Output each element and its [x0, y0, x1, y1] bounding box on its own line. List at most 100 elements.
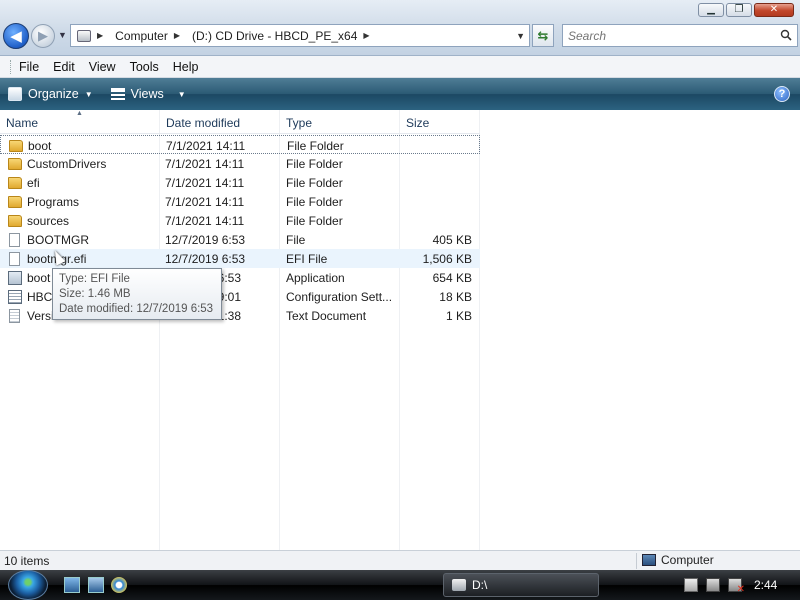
folder-icon [8, 214, 22, 227]
file-row[interactable]: BOOTMGR 12/7/2019 6:53 File 405 KB [0, 230, 480, 249]
column-header-label: Name [6, 116, 39, 130]
arrow-right-icon: ▶ [38, 28, 48, 43]
file-name-cell: bootmgr.efi [8, 249, 158, 268]
taskbar-window-button[interactable]: D:\ [443, 573, 599, 597]
config-icon [8, 289, 22, 304]
menu-file[interactable]: File [19, 60, 39, 74]
column-header-type[interactable]: Type [280, 112, 399, 134]
search-icon[interactable] [780, 29, 792, 41]
column-header-label: Size [406, 116, 430, 130]
close-button[interactable]: ✕ [754, 3, 794, 17]
window-controls: ▁ ❐ ✕ [698, 3, 794, 17]
column-header-date[interactable]: Date modified [160, 112, 279, 134]
views-label: Views [130, 87, 164, 101]
file-size: 654 KB [432, 270, 472, 285]
menu-view[interactable]: View [89, 60, 116, 74]
clock[interactable]: 2:44 [754, 578, 777, 592]
organize-icon [8, 87, 22, 101]
file-type: File Folder [286, 175, 343, 190]
chevron-right-icon: ▶ [97, 31, 104, 40]
search-input[interactable] [568, 28, 768, 43]
file-size [400, 211, 472, 230]
file-type: Application [286, 270, 345, 285]
status-location: Computer [642, 553, 714, 567]
status-bar: 10 items Computer [0, 550, 800, 570]
computer-icon [642, 554, 656, 566]
breadcrumb-label: Computer [115, 28, 168, 43]
file-type: File [286, 232, 306, 247]
taskbar: D:\ 2:44 [0, 570, 800, 600]
forward-button[interactable]: ▶ [31, 24, 55, 48]
file-name-cell: Programs [8, 192, 158, 211]
file-name: Programs [27, 194, 80, 209]
show-desktop-icon[interactable] [64, 577, 80, 593]
breadcrumb-sep[interactable]: ▶ [174, 31, 186, 40]
start-button[interactable] [8, 570, 48, 600]
file-date: 7/1/2021 14:11 [165, 156, 245, 171]
switch-windows-icon[interactable] [88, 577, 104, 593]
file-list[interactable]: Name ▲ Date modified Type Size boot 7/1/… [0, 110, 800, 550]
tooltip-type: Type: EFI File [59, 273, 130, 285]
file-row[interactable]: boot 7/1/2021 14:11 File Folder [0, 135, 480, 154]
menu-edit[interactable]: Edit [53, 60, 75, 74]
command-bar: Organize ▼ Views ▼ ? [0, 78, 800, 110]
file-size: 405 KB [432, 232, 472, 247]
file-name: BOOTMGR [27, 232, 89, 247]
recent-pages-dropdown[interactable]: ▼ [58, 30, 67, 40]
file-size [400, 173, 472, 192]
file-name-cell: CustomDrivers [8, 154, 158, 173]
file-row[interactable]: CustomDrivers 7/1/2021 14:11 File Folder [0, 154, 480, 173]
file-name: boot [28, 138, 52, 153]
column-header-size[interactable]: Size [400, 112, 479, 134]
file-size: 1,506 KB [422, 251, 472, 266]
file-row[interactable]: efi 7/1/2021 14:11 File Folder [0, 173, 480, 192]
network-icon[interactable] [706, 578, 720, 592]
back-button[interactable]: ◀ [3, 23, 29, 49]
action-center-icon[interactable] [684, 578, 698, 592]
item-count: 10 items [4, 554, 50, 568]
breadcrumb-computer[interactable]: Computer [115, 29, 168, 43]
menu-bar: File Edit View Tools Help [0, 56, 800, 78]
help-icon[interactable]: ? [774, 86, 790, 102]
drive-icon [452, 579, 466, 591]
file-size [400, 154, 472, 173]
maximize-button[interactable]: ❐ [726, 3, 752, 17]
file-type: Configuration Sett... [286, 289, 393, 304]
breadcrumb-sep[interactable]: ▶ [363, 31, 375, 40]
breadcrumb-root[interactable]: ▶ [97, 31, 109, 40]
volume-muted-icon[interactable] [728, 578, 745, 595]
chevron-right-icon: ▶ [173, 31, 180, 40]
file-size [400, 192, 472, 211]
file-name-cell: BOOTMGR [8, 230, 158, 249]
column-header-row: Name ▲ Date modified Type Size [0, 110, 480, 134]
menu-help[interactable]: Help [173, 60, 199, 74]
address-dropdown-icon[interactable]: ▼ [516, 31, 525, 41]
toolbar-grip [10, 59, 13, 74]
file-row[interactable]: sources 7/1/2021 14:11 File Folder [0, 211, 480, 230]
column-header-label: Type [286, 116, 313, 130]
menu-tools[interactable]: Tools [130, 60, 159, 74]
file-tooltip: Type: EFI File Size: 1.46 MB Date modifi… [52, 268, 222, 320]
organize-button[interactable]: Organize ▼ [8, 87, 93, 101]
refresh-button[interactable]: ⇆ [532, 24, 554, 47]
file-date: 7/1/2021 14:11 [165, 175, 245, 190]
address-bar[interactable]: ▶ Computer ▶ (D:) CD Drive - HBCD_PE_x64… [70, 24, 530, 47]
file-date: 7/1/2021 14:11 [165, 213, 245, 228]
file-type: File Folder [286, 194, 343, 209]
column-header-name[interactable]: Name ▲ [0, 110, 159, 134]
file-type: File Folder [286, 156, 343, 171]
file-icon [9, 232, 20, 247]
breadcrumb-drive[interactable]: (D:) CD Drive - HBCD_PE_x64 [192, 29, 357, 43]
file-row[interactable]: bootmgr.efi 12/7/2019 6:53 EFI File 1,50… [0, 249, 480, 268]
search-box[interactable] [562, 24, 798, 47]
system-tray: 2:44 [684, 570, 800, 600]
file-type: File Folder [286, 213, 343, 228]
internet-explorer-icon[interactable] [111, 577, 127, 593]
arrow-left-icon: ◀ [10, 28, 22, 45]
file-row[interactable]: Programs 7/1/2021 14:11 File Folder [0, 192, 480, 211]
views-icon [110, 88, 125, 100]
minimize-button[interactable]: ▁ [698, 3, 724, 17]
file-name: efi [27, 175, 40, 190]
views-button[interactable]: Views ▼ [110, 87, 186, 101]
folder-icon [9, 139, 23, 152]
